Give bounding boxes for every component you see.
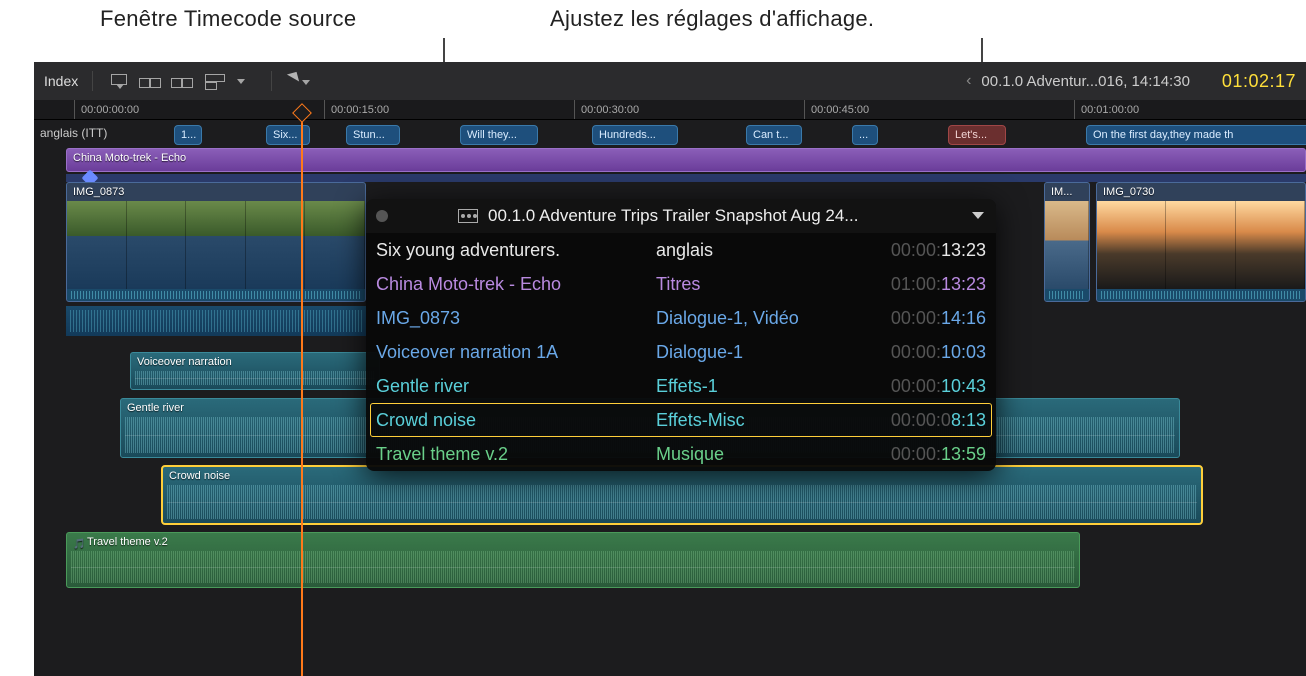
timeline-app: Index ‹ 00.1.0 Adventur...016, 14:14:30 …	[34, 62, 1306, 676]
caption-clip[interactable]: Let's...	[948, 125, 1006, 145]
overwrite-icon[interactable]	[203, 73, 225, 89]
caption-clip[interactable]: Hundreds...	[592, 125, 678, 145]
role-cell: Effets-1	[646, 369, 846, 403]
caption-clip[interactable]: On the first day,they made th	[1086, 125, 1306, 145]
audio-clip[interactable]: Travel theme v.2	[66, 532, 1080, 588]
timecode-cell: 00:00:14:16	[846, 301, 996, 335]
project-name: 00.1.0 Adventur...016, 14:14:30	[981, 73, 1190, 90]
annotation-display-settings: Ajustez les réglages d'affichage.	[550, 6, 874, 32]
table-row[interactable]: Crowd noiseEffets-Misc00:00:08:13	[366, 403, 996, 437]
ruler-tick: 00:01:00:00	[1074, 100, 1139, 119]
caption-clip[interactable]: 1...	[174, 125, 202, 145]
project-title: 00.1.0 Adventure Trips Trailer Snapshot …	[488, 206, 960, 226]
audio-clip[interactable]: Voiceover narration	[130, 352, 380, 390]
timecode-cell: 00:00:08:13	[846, 403, 996, 437]
clip-label: Travel theme v.2	[73, 536, 168, 550]
playhead[interactable]	[301, 118, 303, 676]
table-row[interactable]: Six young adventurers.anglais00:00:13:23	[366, 233, 996, 267]
clip-name-cell: Gentle river	[366, 369, 646, 403]
table-row[interactable]: Voiceover narration 1ADialogue-100:00:10…	[366, 335, 996, 369]
timeline-history-breadcrumb[interactable]: ‹ 00.1.0 Adventur...016, 14:14:30	[966, 72, 1190, 90]
timecode-cell: 00:00:10:43	[846, 369, 996, 403]
timecode-cell: 01:00:13:23	[846, 267, 996, 301]
clip-name-cell: IMG_0873	[366, 301, 646, 335]
clip-name-cell: Travel theme v.2	[366, 437, 646, 471]
clip-name-cell: Voiceover narration 1A	[366, 335, 646, 369]
filmstrip-icon	[458, 209, 478, 223]
audio-under-video[interactable]	[66, 306, 366, 336]
annotation-source-timecode-window: Fenêtre Timecode source	[100, 6, 356, 32]
clip-label: China Moto-trek - Echo	[73, 152, 186, 164]
clip-label: IM...	[1051, 186, 1072, 198]
edit-mode-caret-icon[interactable]	[235, 73, 257, 89]
clip-name-cell: Crowd noise	[366, 403, 646, 437]
caption-clip[interactable]: Stun...	[346, 125, 400, 145]
timecode-cell: 00:00:13:59	[846, 437, 996, 471]
clip-name-cell: China Moto-trek - Echo	[366, 267, 646, 301]
video-clip[interactable]: IMG_0873	[66, 182, 366, 302]
clip-label: IMG_0873	[73, 186, 124, 198]
source-timecode-window[interactable]: 00.1.0 Adventure Trips Trailer Snapshot …	[366, 199, 996, 471]
role-cell: Dialogue-1	[646, 335, 846, 369]
role-cell: Effets-Misc	[646, 403, 846, 437]
clip-label: Crowd noise	[169, 470, 230, 482]
audio-clip[interactable]: Crowd noise	[162, 466, 1202, 524]
caption-clip[interactable]: Can t...	[746, 125, 802, 145]
caption-clip[interactable]: ...	[852, 125, 878, 145]
role-cell: Dialogue-1, Vidéo	[646, 301, 846, 335]
table-row[interactable]: Travel theme v.2Musique00:00:13:59	[366, 437, 996, 471]
caption-clip[interactable]: Will they...	[460, 125, 538, 145]
timecode-cell: 00:00:10:03	[846, 335, 996, 369]
edit-mode-icons	[107, 73, 257, 89]
timeline-toolbar: Index ‹ 00.1.0 Adventur...016, 14:14:30 …	[34, 62, 1306, 100]
insert-icon[interactable]	[107, 73, 129, 89]
ruler-tick: 00:00:15:00	[324, 100, 389, 119]
source-timecode-header[interactable]: 00.1.0 Adventure Trips Trailer Snapshot …	[366, 199, 996, 233]
chevron-left-icon[interactable]: ‹	[966, 72, 971, 90]
timeline-ruler[interactable]: 00:00:00:00 00:00:15:00 00:00:30:00 00:00:4…	[34, 100, 1306, 120]
clip-label: Gentle river	[127, 402, 184, 414]
clip-label: IMG_0730	[1103, 186, 1154, 198]
master-timecode[interactable]: 01:02:17	[1222, 71, 1296, 92]
title-clip[interactable]: China Moto-trek - Echo	[66, 148, 1306, 172]
table-row[interactable]: Gentle riverEffets-100:00:10:43	[366, 369, 996, 403]
role-cell: Musique	[646, 437, 846, 471]
caption-lane-label: anglais (ITT)	[40, 126, 107, 140]
clip-label: Voiceover narration	[137, 356, 232, 368]
role-cell: Titres	[646, 267, 846, 301]
table-row[interactable]: IMG_0873Dialogue-1, Vidéo00:00:14:16	[366, 301, 996, 335]
select-tool-icon[interactable]	[286, 73, 312, 89]
window-control-icon[interactable]	[376, 210, 388, 222]
index-button[interactable]: Index	[44, 73, 78, 89]
display-settings-caret-icon[interactable]	[970, 208, 986, 224]
caption-lane: anglais (ITT) 1... Six... Stun... Will they…	[34, 122, 1306, 148]
video-clip[interactable]: IMG_0730	[1096, 182, 1306, 302]
video-clip[interactable]: IM...	[1044, 182, 1090, 302]
caption-clip[interactable]: Six...	[266, 125, 310, 145]
connect-icon[interactable]	[171, 73, 193, 89]
append-icon[interactable]	[139, 73, 161, 89]
ruler-tick: 00:00:00:00	[74, 100, 139, 119]
ruler-tick: 00:00:30:00	[574, 100, 639, 119]
table-row[interactable]: China Moto-trek - EchoTitres01:00:13:23	[366, 267, 996, 301]
storyline-bar	[66, 174, 1306, 182]
role-cell: anglais	[646, 233, 846, 267]
clip-name-cell: Six young adventurers.	[366, 233, 646, 267]
timecode-cell: 00:00:13:23	[846, 233, 996, 267]
ruler-tick: 00:00:45:00	[804, 100, 869, 119]
source-timecode-table: Six young adventurers.anglais00:00:13:23…	[366, 233, 996, 471]
